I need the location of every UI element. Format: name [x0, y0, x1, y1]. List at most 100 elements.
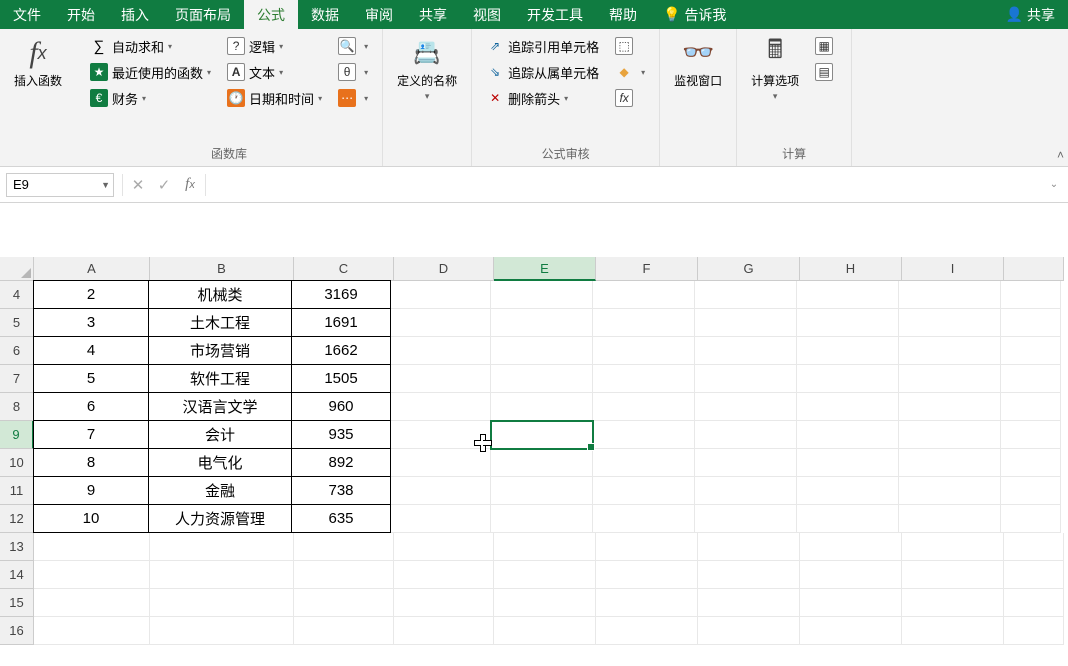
cell[interactable] [593, 449, 695, 477]
row-header[interactable]: 9 [0, 421, 34, 449]
cell[interactable] [596, 533, 698, 561]
cell[interactable] [899, 309, 1001, 337]
cell[interactable] [34, 589, 150, 617]
cell[interactable]: 960 [291, 392, 391, 421]
accept-formula-button[interactable]: ✓ [151, 173, 177, 197]
cell[interactable] [593, 421, 695, 449]
cell[interactable] [593, 477, 695, 505]
cell[interactable] [902, 617, 1004, 645]
menu-home[interactable]: 开始 [54, 0, 108, 29]
cell[interactable] [1001, 365, 1061, 393]
cell[interactable] [150, 589, 294, 617]
cell[interactable]: 1691 [291, 308, 391, 337]
cell[interactable]: 机械类 [148, 280, 292, 309]
menu-file[interactable]: 文件 [0, 0, 54, 29]
cell[interactable] [294, 617, 394, 645]
cell[interactable]: 892 [291, 448, 391, 477]
menu-tell-me[interactable]: 💡告诉我 [650, 0, 739, 29]
col-header-A[interactable]: A [34, 257, 150, 281]
cell[interactable]: 会计 [148, 420, 292, 449]
cell[interactable] [150, 561, 294, 589]
text-button[interactable]: A文本▾ [223, 60, 326, 84]
lookup-button[interactable]: 🔍▾ [334, 34, 372, 58]
cell[interactable] [394, 589, 494, 617]
cell[interactable] [695, 421, 797, 449]
name-box[interactable]: E9 ▼ [6, 173, 114, 197]
col-header-F[interactable]: F [596, 257, 698, 281]
cell[interactable]: 8 [33, 448, 149, 477]
cell[interactable] [391, 505, 491, 533]
cell[interactable] [899, 477, 1001, 505]
cell[interactable] [797, 309, 899, 337]
cell[interactable]: 软件工程 [148, 364, 292, 393]
datetime-button[interactable]: 🕐日期和时间▾ [223, 86, 326, 110]
cell[interactable] [695, 365, 797, 393]
cell[interactable] [391, 365, 491, 393]
cell[interactable]: 2 [33, 280, 149, 309]
row-header[interactable]: 13 [0, 533, 34, 561]
trace-precedents-button[interactable]: ⇗追踪引用单元格 [482, 34, 603, 58]
cell[interactable] [1001, 449, 1061, 477]
cell[interactable] [494, 533, 596, 561]
cell[interactable] [491, 449, 593, 477]
row-header[interactable]: 15 [0, 589, 34, 617]
cancel-formula-button[interactable]: ✕ [125, 173, 151, 197]
cell[interactable] [394, 561, 494, 589]
cell[interactable] [1001, 337, 1061, 365]
cell[interactable] [1001, 393, 1061, 421]
cell[interactable]: 4 [33, 336, 149, 365]
cell[interactable] [899, 281, 1001, 309]
cell[interactable] [34, 617, 150, 645]
calc-options-button[interactable]: 🖩 计算选项 ▾ [743, 32, 807, 106]
row-header[interactable]: 8 [0, 393, 34, 421]
cell[interactable]: 3169 [291, 280, 391, 309]
cell[interactable] [491, 393, 593, 421]
menu-share-button[interactable]: 👤共享 [993, 0, 1068, 29]
menu-view[interactable]: 视图 [460, 0, 514, 29]
row-header[interactable]: 11 [0, 477, 34, 505]
cell[interactable] [797, 421, 899, 449]
cell[interactable] [899, 421, 1001, 449]
cell[interactable] [491, 281, 593, 309]
cell[interactable] [391, 477, 491, 505]
cell[interactable] [902, 533, 1004, 561]
cell[interactable] [800, 589, 902, 617]
row-header[interactable]: 16 [0, 617, 34, 645]
defined-names-button[interactable]: 📇 定义的名称 ▾ [389, 32, 465, 106]
cell[interactable] [698, 561, 800, 589]
cell[interactable] [695, 309, 797, 337]
cell[interactable] [695, 337, 797, 365]
remove-arrows-button[interactable]: ✕删除箭头▾ [482, 86, 603, 110]
cell[interactable] [593, 505, 695, 533]
cell[interactable]: 汉语言文学 [148, 392, 292, 421]
cell[interactable] [1004, 589, 1064, 617]
more-functions-button[interactable]: ⋯▾ [334, 86, 372, 110]
menu-page-layout[interactable]: 页面布局 [162, 0, 244, 29]
cell[interactable] [797, 281, 899, 309]
cell[interactable] [491, 505, 593, 533]
cell[interactable] [593, 393, 695, 421]
col-header-D[interactable]: D [394, 257, 494, 281]
fx-button[interactable]: fx [177, 173, 203, 197]
cell[interactable] [34, 533, 150, 561]
cell[interactable] [391, 309, 491, 337]
menu-review[interactable]: 审阅 [352, 0, 406, 29]
cell[interactable] [596, 617, 698, 645]
financial-button[interactable]: €财务▾ [86, 86, 215, 110]
cell[interactable] [491, 365, 593, 393]
watch-window-button[interactable]: 👓 监视窗口 [666, 32, 730, 93]
cell[interactable] [150, 533, 294, 561]
calc-sheet-button[interactable]: ▤ [811, 60, 841, 84]
cell[interactable]: 金融 [148, 476, 292, 505]
logical-button[interactable]: ?逻辑▾ [223, 34, 326, 58]
expand-formula-bar-icon[interactable]: ⌄ [1044, 173, 1064, 197]
cell[interactable]: 6 [33, 392, 149, 421]
cell[interactable] [800, 561, 902, 589]
calc-now-button[interactable]: ▦ [811, 34, 841, 58]
cell[interactable] [1004, 617, 1064, 645]
cell[interactable] [593, 365, 695, 393]
cell[interactable] [294, 561, 394, 589]
cell[interactable] [494, 589, 596, 617]
cell[interactable] [491, 421, 593, 449]
col-header-H[interactable]: H [800, 257, 902, 281]
